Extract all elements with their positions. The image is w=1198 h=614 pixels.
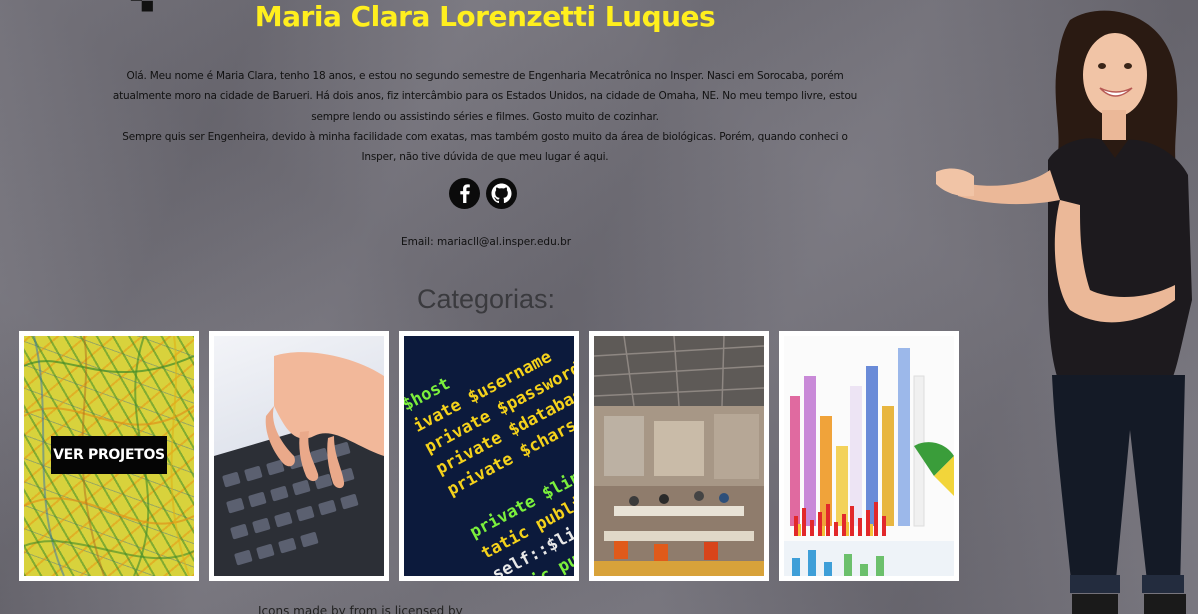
code-screen-image: $host ivate $username private $password pri…: [404, 336, 574, 576]
category-card-electronics[interactable]: VER PROJETOS: [19, 331, 199, 581]
keyboard-typing-image: [214, 336, 384, 576]
email-text: Email: mariacll@al.insper.edu.br: [400, 236, 572, 248]
page-title: Maria Clara Lorenzetti Luques: [254, 0, 716, 33]
social-links: [449, 178, 517, 209]
office-illustration: [594, 336, 764, 576]
category-card-workspace[interactable]: [589, 331, 769, 581]
credit-text: Icons made by: [258, 604, 350, 614]
electronics-wires-image: VER PROJETOS: [24, 336, 194, 576]
icons-credit: Icons made by from is licensed by: [258, 604, 778, 614]
bar-chart-3d-image: [784, 336, 954, 576]
person-illustration: [936, 10, 1192, 614]
facebook-icon: [460, 184, 470, 203]
category-card-code[interactable]: $host ivate $username private $password pri…: [399, 331, 579, 581]
view-projects-button[interactable]: VER PROJETOS: [51, 436, 167, 474]
profile-photo: [930, 0, 1198, 614]
categories-heading: Categorias:: [416, 284, 556, 314]
bar-chart-illustration: [784, 348, 954, 576]
code-lines: $host ivate $username private $password pri…: [404, 336, 574, 576]
category-card-keyboard[interactable]: [209, 331, 389, 581]
github-icon: [491, 183, 512, 204]
facebook-link[interactable]: [449, 178, 480, 209]
credit-text: from: [349, 604, 382, 614]
office-workspace-image: [594, 336, 764, 576]
bio-text: Olá. Meu nome é Maria Clara, tenho 18 an…: [110, 66, 860, 167]
bio-paragraph: Sempre quis ser Engenheira, devido à min…: [122, 130, 848, 164]
github-link[interactable]: [486, 178, 517, 209]
logo-glyph-icon: ▀▄: [131, 0, 153, 12]
credit-text: is licensed by: [381, 604, 463, 614]
bio-paragraph: Olá. Meu nome é Maria Clara, tenho 18 an…: [112, 70, 858, 123]
keyboard-illustration: [214, 352, 384, 576]
